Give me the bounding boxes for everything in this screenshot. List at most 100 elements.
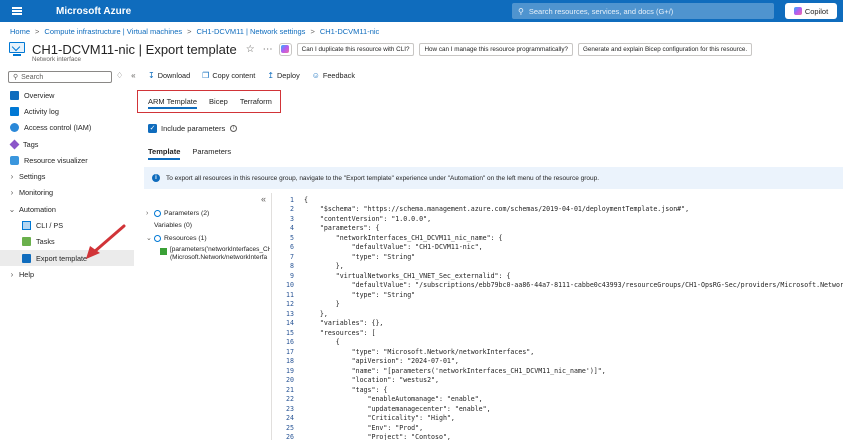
line-number: 24: [286, 414, 294, 423]
line-number: 2: [290, 205, 294, 214]
expand-collapse-icon[interactable]: ♢: [116, 71, 123, 80]
suggestion-chip-cli[interactable]: Can I duplicate this resource with CLI?: [296, 42, 415, 56]
line-number: 8: [290, 262, 294, 271]
brand-title[interactable]: Microsoft Azure: [56, 6, 131, 17]
network-interface-icon: [160, 247, 167, 255]
code-line: 7 "type": "String": [272, 252, 843, 262]
copilot-icon: [793, 7, 802, 15]
sidebar-item-label: Resource visualizer: [24, 155, 88, 165]
menu-icon[interactable]: [0, 0, 34, 22]
sidebar-nav: Overview Activity log Access control (IA…: [0, 87, 134, 283]
code-editor[interactable]: 1{2 "$schema": "https://schema.managemen…: [271, 193, 843, 440]
collapse-sidebar-icon[interactable]: «: [131, 71, 135, 80]
line-number: 21: [286, 385, 294, 394]
sidebar-search-input[interactable]: ⚲ Search: [8, 71, 112, 83]
code-text: "contentVersion": "1.0.0.0",: [304, 214, 432, 223]
deploy-icon: ↥: [267, 71, 275, 80]
sidebar-item-settings[interactable]: › Settings: [0, 168, 134, 184]
code-line: 1{: [272, 195, 843, 205]
global-search-input[interactable]: ⚲ Search resources, services, and docs (…: [512, 3, 774, 19]
suggestion-chip-bicep[interactable]: Generate and explain Bicep configuration…: [577, 42, 753, 56]
gear-icon: [154, 209, 161, 217]
line-number: 13: [286, 309, 294, 318]
code-text: "parameters": {: [304, 224, 380, 233]
line-number: 17: [286, 347, 294, 356]
code-text: "type": "String": [304, 290, 416, 299]
sidebar-item-automation[interactable]: ⌄ Automation: [0, 201, 134, 217]
activity-log-icon: [10, 106, 19, 116]
sidebar-item-cli-ps[interactable]: CLI / PS: [0, 217, 134, 233]
copy-icon: ❐: [202, 71, 210, 80]
copy-label: Copy content: [212, 71, 256, 80]
breadcrumb-network-settings[interactable]: CH1-DCVM11 | Network settings: [197, 27, 306, 36]
copilot-icon: [281, 45, 290, 53]
breadcrumb-home[interactable]: Home: [10, 27, 30, 36]
line-number: 26: [286, 433, 294, 440]
breadcrumb: Home > Compute infrastructure | Virtual …: [10, 27, 379, 36]
feedback-button[interactable]: ☺ Feedback: [312, 71, 355, 80]
info-icon[interactable]: i: [230, 125, 238, 132]
tree-node-label: Parameters (2): [164, 209, 210, 217]
code-line: 2 "$schema": "https://schema.management.…: [272, 205, 843, 215]
info-icon: i: [152, 174, 160, 182]
code-text: "enableAutomanage": "enable",: [304, 395, 483, 404]
tree-node-variables[interactable]: Variables (0): [146, 220, 270, 233]
breadcrumb-virtual-machines[interactable]: Compute infrastructure | Virtual machine…: [44, 27, 182, 36]
code-line: 8 },: [272, 262, 843, 272]
line-number: 22: [286, 395, 294, 404]
sidebar-item-iam[interactable]: Access control (IAM): [0, 120, 134, 136]
deploy-button[interactable]: ↥ Deploy: [267, 71, 299, 80]
code-text: "virtualNetworks_CH1_VNET_Sec_externalid…: [304, 271, 511, 280]
sidebar-item-monitoring[interactable]: › Monitoring: [0, 185, 134, 201]
sidebar-item-label: Help: [19, 269, 35, 279]
favorite-star-icon[interactable]: ☆: [246, 44, 255, 55]
download-button[interactable]: ↧ Download: [148, 71, 190, 80]
sidebar-item-resource-visualizer[interactable]: Resource visualizer: [0, 152, 134, 168]
sidebar-item-label: Tags: [23, 139, 39, 149]
sidebar-item-help[interactable]: › Help: [0, 266, 134, 282]
include-parameters-checkbox[interactable]: ✓: [148, 124, 157, 133]
suggestion-chip-programmatic[interactable]: How can I manage this resource programma…: [419, 42, 573, 56]
breadcrumb-nic[interactable]: CH1-DCVM11-nic: [320, 27, 379, 36]
cli-icon: [22, 221, 31, 231]
line-number: 5: [290, 233, 294, 242]
code-text: "networkInterfaces_CH1_DCVM11_nic_name":…: [304, 233, 503, 242]
copilot-suggestion-button[interactable]: [278, 42, 292, 56]
tree-node-resources[interactable]: ⌄ Resources (1): [146, 232, 270, 245]
include-parameters-label[interactable]: Include parameters: [161, 124, 225, 133]
code-line: 20 "location": "westus2",: [272, 376, 843, 386]
code-text: },: [304, 262, 344, 271]
more-options-icon[interactable]: ⋯: [263, 44, 273, 55]
line-number: 11: [286, 290, 294, 299]
tab-template[interactable]: Template: [142, 144, 186, 160]
title-row: CH1-DCVM11-nic | Export template ☆ ⋯ Can…: [8, 38, 753, 60]
sidebar-item-label: Settings: [19, 172, 46, 182]
chevron-down-icon: ⌄: [8, 204, 16, 214]
code-line: 18 "apiVersion": "2024-07-01",: [272, 357, 843, 367]
sidebar-item-tasks[interactable]: Tasks: [0, 234, 134, 250]
sidebar-item-tags[interactable]: Tags: [0, 136, 134, 152]
collapse-tree-icon[interactable]: «: [261, 194, 266, 204]
line-number: 25: [286, 423, 294, 432]
code-text: "apiVersion": "2024-07-01",: [304, 357, 459, 366]
code-line: 6 "defaultValue": "CH1-DCVM11-nic",: [272, 243, 843, 253]
code-line: 5 "networkInterfaces_CH1_DCVM11_nic_name…: [272, 233, 843, 243]
search-icon: ⚲: [13, 74, 19, 81]
sidebar-item-overview[interactable]: Overview: [0, 87, 134, 103]
breadcrumb-separator: >: [187, 27, 192, 36]
line-number: 7: [290, 252, 294, 261]
gear-icon: [154, 234, 161, 242]
tree-node-resource[interactable]: [parameters('networkInterfaces_CH (Micro…: [160, 246, 270, 262]
tasks-icon: [22, 237, 31, 247]
code-line: 12 }: [272, 300, 843, 310]
tab-parameters[interactable]: Parameters: [186, 144, 237, 158]
tree-resource-line: [parameters('networkInterfaces_CH: [170, 245, 270, 253]
copy-content-button[interactable]: ❐ Copy content: [202, 71, 255, 80]
tree-node-parameters[interactable]: › Parameters (2): [146, 207, 270, 220]
copilot-button[interactable]: Copilot: [785, 3, 837, 19]
sidebar-item-export-template[interactable]: Export template: [0, 249, 134, 267]
sidebar-item-label: Automation: [19, 204, 56, 214]
page-title: CH1-DCVM11-nic | Export template: [32, 41, 237, 57]
sidebar-item-activity-log[interactable]: Activity log: [0, 103, 134, 119]
code-line: 25 "Env": "Prod",: [272, 423, 843, 433]
